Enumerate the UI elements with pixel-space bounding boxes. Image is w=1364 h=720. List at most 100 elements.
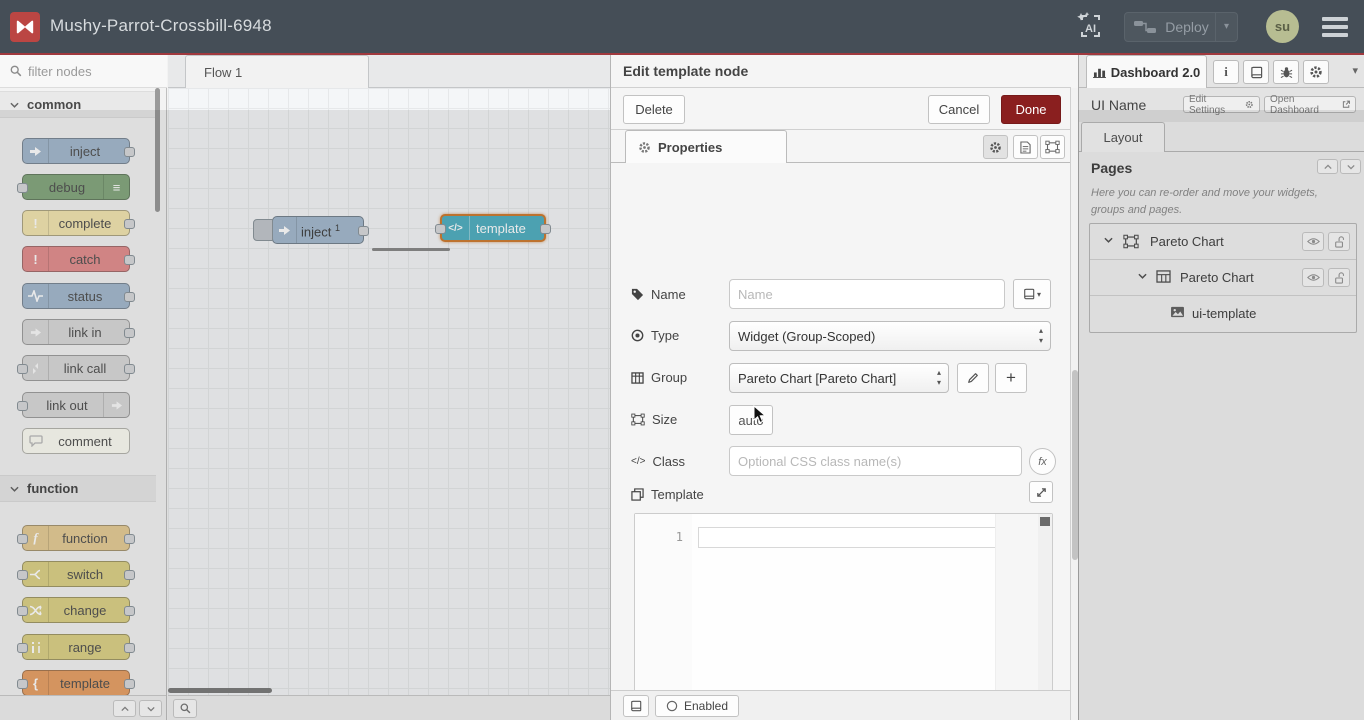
palette-node-label: range xyxy=(23,640,129,655)
palette-node-status[interactable]: status xyxy=(22,283,130,309)
filter-nodes-input[interactable] xyxy=(28,64,148,79)
deploy-label: Deploy xyxy=(1159,19,1215,35)
description-icon-button[interactable] xyxy=(1013,135,1038,159)
deploy-caret-icon[interactable]: ▾ xyxy=(1215,13,1237,41)
sidebar-menu-caret-icon[interactable]: ▾ xyxy=(1352,64,1358,77)
name-field-label: Name xyxy=(631,287,686,302)
label-options-button[interactable]: ▾ xyxy=(1013,279,1051,309)
toggle-circle-icon xyxy=(666,700,678,712)
canvas-horizontal-scrollbar[interactable] xyxy=(168,688,272,693)
debug-tab-button[interactable] xyxy=(1273,60,1299,84)
deploy-button[interactable]: Deploy ▾ xyxy=(1124,12,1238,42)
enabled-toggle-button[interactable]: Enabled xyxy=(655,695,739,717)
tree-row-group[interactable]: Pareto Chart xyxy=(1090,260,1356,296)
tab-layout[interactable]: Layout xyxy=(1081,122,1165,152)
collapse-pages-button[interactable] xyxy=(1317,159,1338,174)
input-port xyxy=(17,606,28,616)
class-input[interactable] xyxy=(729,446,1022,476)
palette-node-comment[interactable]: comment xyxy=(22,428,130,454)
palette-node-inject[interactable]: inject xyxy=(22,138,130,164)
appearance-icon-button[interactable] xyxy=(1040,135,1065,159)
palette-filter[interactable] xyxy=(0,55,167,88)
unlock-icon xyxy=(1334,272,1345,284)
done-button[interactable]: Done xyxy=(1001,95,1061,124)
canvas-node-ui-template[interactable]: </> template xyxy=(440,214,546,242)
category-function[interactable]: function xyxy=(0,475,156,502)
category-common[interactable]: common xyxy=(0,91,156,118)
layout-tab-label: Layout xyxy=(1103,130,1142,145)
open-dashboard-button[interactable]: Open Dashboard xyxy=(1264,96,1356,113)
palette-node-link-out[interactable]: link out xyxy=(22,392,130,418)
palette-node-switch[interactable]: switch xyxy=(22,561,130,587)
visibility-button[interactable] xyxy=(1302,232,1324,251)
edit-settings-button[interactable]: Edit Settings xyxy=(1183,96,1260,113)
tab-dashboard-2[interactable]: Dashboard 2.0 xyxy=(1086,55,1207,88)
fx-button[interactable]: fx xyxy=(1029,448,1056,475)
chevron-down-icon[interactable] xyxy=(1104,237,1113,243)
expand-editor-button[interactable] xyxy=(1029,481,1053,503)
palette-node-catch[interactable]: ! catch xyxy=(22,246,130,272)
template-code-editor[interactable]: 1 xyxy=(634,513,1053,720)
palette-node-link-in[interactable]: link in xyxy=(22,319,130,345)
info-tab-button[interactable]: i xyxy=(1213,60,1239,84)
expand-all-button[interactable] xyxy=(139,700,162,717)
palette-scrollbar[interactable] xyxy=(155,88,160,212)
edit-group-button[interactable] xyxy=(957,363,989,393)
palette-node-link-call[interactable]: link call xyxy=(22,355,130,381)
search-icon xyxy=(10,65,22,77)
palette-node-template[interactable]: { template xyxy=(22,670,130,696)
ai-assistant-button[interactable]: AI xyxy=(1072,10,1108,44)
tab-flow-1[interactable]: Flow 1 xyxy=(185,55,369,88)
output-port[interactable] xyxy=(540,224,551,234)
collapse-all-button[interactable] xyxy=(113,700,136,717)
palette-node-label: template xyxy=(23,676,129,691)
help-tab-button[interactable] xyxy=(1243,60,1269,84)
dialog-scrollbar-thumb[interactable] xyxy=(1072,370,1078,560)
palette-node-complete[interactable]: ! complete xyxy=(22,210,130,236)
object-group-icon xyxy=(631,413,645,426)
chevron-down-icon[interactable] xyxy=(1138,273,1147,279)
delete-button[interactable]: Delete xyxy=(623,95,685,124)
output-port xyxy=(124,147,135,157)
node-red-logo-icon xyxy=(10,12,40,42)
add-group-button[interactable]: + xyxy=(995,363,1027,393)
type-field-label: Type xyxy=(631,328,679,343)
name-input[interactable] xyxy=(729,279,1005,309)
lock-button[interactable] xyxy=(1328,232,1350,251)
dialog-scrollbar[interactable] xyxy=(1070,88,1078,720)
expand-pages-button[interactable] xyxy=(1340,159,1361,174)
properties-form: Name ▾ Type Widget (Group-Scoped) ▴▾ Gro… xyxy=(611,163,1071,690)
tab-properties[interactable]: Properties xyxy=(625,130,787,163)
properties-icon-button[interactable] xyxy=(983,135,1008,159)
tree-row-widget[interactable]: ui-template xyxy=(1090,296,1356,332)
output-port[interactable] xyxy=(358,226,369,236)
search-flows-button[interactable] xyxy=(173,699,197,718)
tag-icon xyxy=(631,288,644,301)
visibility-button[interactable] xyxy=(1302,268,1324,287)
inject-trigger-button[interactable] xyxy=(253,219,273,241)
canvas-node-inject[interactable]: inject 1 xyxy=(272,216,364,244)
node-help-button[interactable] xyxy=(623,695,649,717)
select-arrows-icon: ▴▾ xyxy=(1039,326,1043,347)
eye-icon xyxy=(1307,237,1320,246)
user-avatar[interactable]: su xyxy=(1266,10,1299,43)
editor-scrollbar-thumb[interactable] xyxy=(1040,517,1050,526)
input-port xyxy=(17,183,28,193)
palette-node-debug[interactable]: ≡ debug xyxy=(22,174,130,200)
main-menu-button[interactable] xyxy=(1322,17,1348,37)
palette-node-change[interactable]: change xyxy=(22,597,130,623)
cancel-button[interactable]: Cancel xyxy=(928,95,990,124)
type-select[interactable]: Widget (Group-Scoped) ▴▾ xyxy=(729,321,1051,351)
palette-node-function[interactable]: f function xyxy=(22,525,130,551)
config-tab-button[interactable] xyxy=(1303,60,1329,84)
editor-current-line[interactable] xyxy=(698,527,997,548)
palette-node-range[interactable]: range xyxy=(22,634,130,660)
lock-button[interactable] xyxy=(1328,268,1350,287)
pages-help-text: Here you can re-order and move your widg… xyxy=(1091,185,1353,219)
group-select[interactable]: Pareto Chart [Pareto Chart] ▴▾ xyxy=(729,363,949,393)
palette-node-label: catch xyxy=(23,252,129,267)
input-port[interactable] xyxy=(435,224,446,234)
tree-row-page[interactable]: Pareto Chart xyxy=(1090,224,1356,260)
category-label: function xyxy=(27,481,78,496)
palette-node-label: status xyxy=(23,289,129,304)
